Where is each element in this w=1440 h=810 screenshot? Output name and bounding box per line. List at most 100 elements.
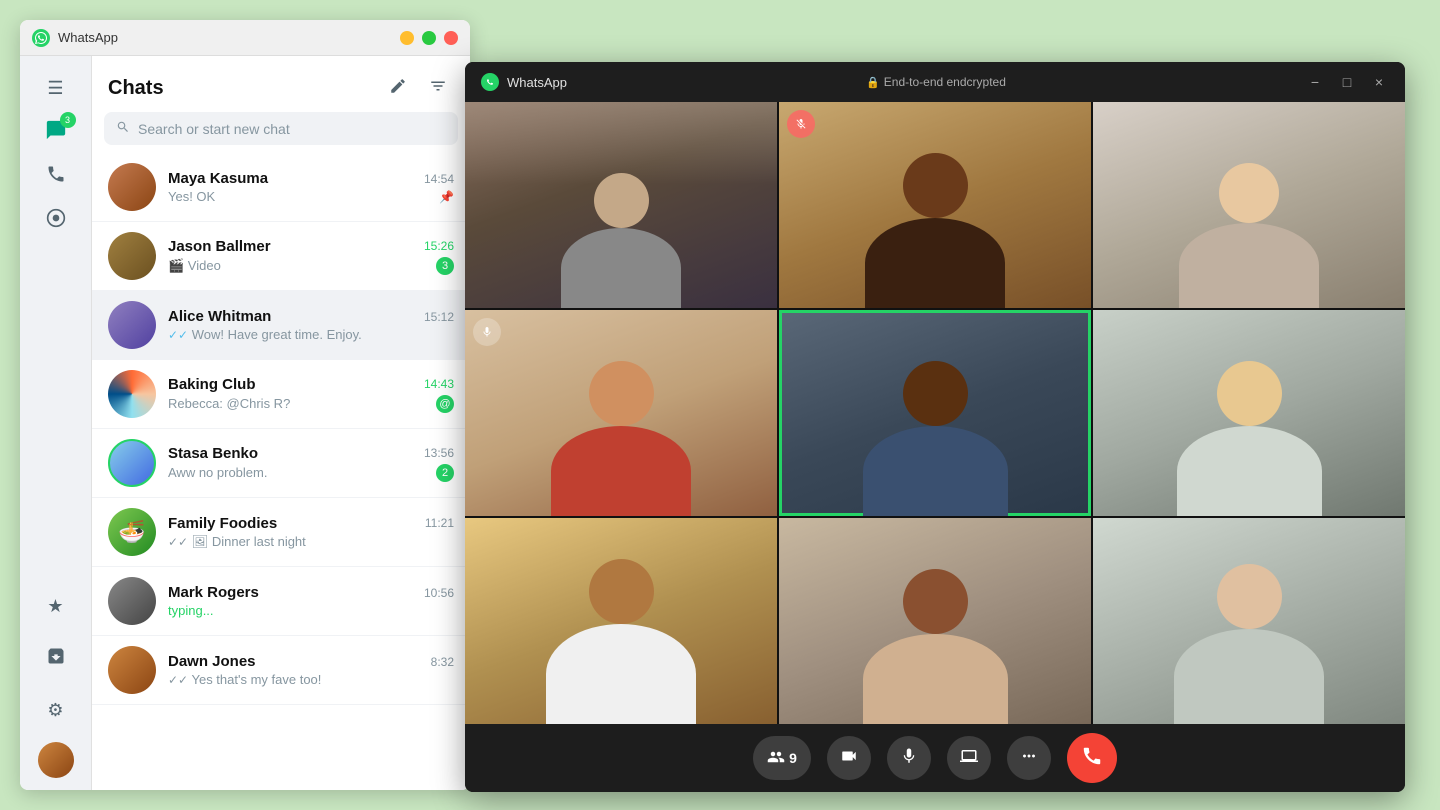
video-close-button[interactable]: × — [1369, 72, 1389, 92]
participants-count: 9 — [789, 750, 797, 766]
chat-name-baking: Baking Club — [168, 376, 256, 393]
camera-toggle-button[interactable] — [827, 736, 871, 780]
chat-preview-family: ✓✓ 🖼 Dinner last night — [168, 534, 306, 550]
screen-share-button[interactable] — [947, 736, 991, 780]
chat-avatar-family: 🍜 — [108, 508, 156, 556]
archived-icon — [46, 646, 66, 671]
video-cell-3 — [1093, 102, 1405, 308]
main-titlebar: WhatsApp − □ × — [20, 20, 470, 56]
mute-indicator-2 — [787, 110, 815, 138]
chat-item-alice[interactable]: Alice Whitman 15:12 ✓✓ Wow! Have great t… — [92, 291, 470, 360]
search-input[interactable] — [138, 121, 446, 137]
chat-preview-maya: Yes! OK — [168, 189, 215, 204]
sidebar-item-archived[interactable] — [36, 638, 76, 678]
settings-icon: ⚙ — [47, 700, 63, 721]
sidebar-item-chats[interactable]: 3 — [36, 112, 76, 152]
participants-button[interactable]: 9 — [753, 736, 811, 780]
mention-badge-baking: @ — [436, 395, 454, 413]
main-whatsapp-window: WhatsApp − □ × ☰ 3 — [20, 20, 470, 790]
chat-info-mark: Mark Rogers 10:56 typing... — [168, 584, 454, 618]
chat-time-maya: 14:54 — [424, 172, 454, 186]
chat-preview-stasa: Aww no problem. — [168, 465, 267, 480]
chat-name-dawn: Dawn Jones — [168, 653, 256, 670]
chat-time-mark: 10:56 — [424, 586, 454, 600]
chat-time-family: 11:21 — [425, 516, 454, 530]
camera-icon — [840, 747, 858, 770]
calls-icon — [46, 164, 66, 189]
video-cell-8 — [779, 518, 1091, 724]
chat-item-jason[interactable]: Jason Ballmer 15:26 🎬 Video 3 — [92, 222, 470, 291]
chat-name-mark: Mark Rogers — [168, 584, 259, 601]
lock-icon: 🔒 — [866, 76, 880, 89]
starred-icon: ★ — [47, 596, 63, 617]
video-call-window: WhatsApp 🔒 End-to-end endcrypted − □ × — [465, 62, 1405, 792]
chat-time-stasa: 13:56 — [424, 446, 454, 460]
microphone-button[interactable] — [887, 736, 931, 780]
main-app-logo — [32, 29, 50, 47]
video-cell-2 — [779, 102, 1091, 308]
chat-preview-dawn: ✓✓ Yes that's my fave too! — [168, 672, 321, 687]
chat-name-family: Family Foodies — [168, 515, 277, 532]
more-options-icon — [1020, 747, 1038, 770]
chat-name-alice: Alice Whitman — [168, 308, 271, 325]
chat-info-stasa: Stasa Benko 13:56 Aww no problem. 2 — [168, 445, 454, 482]
chat-avatar-baking — [108, 370, 156, 418]
pin-icon-maya: 📌 — [439, 190, 454, 204]
video-cell-4 — [465, 310, 777, 516]
video-titlebar: WhatsApp 🔒 End-to-end endcrypted − □ × — [465, 62, 1405, 102]
chat-info-maya: Maya Kasuma 14:54 Yes! OK 📌 — [168, 170, 454, 204]
participants-icon — [767, 748, 785, 769]
video-cell-6 — [1093, 310, 1405, 516]
chat-item-stasa[interactable]: Stasa Benko 13:56 Aww no problem. 2 — [92, 429, 470, 498]
user-avatar[interactable] — [38, 742, 74, 778]
chats-title: Chats — [108, 77, 382, 100]
main-app-title: WhatsApp — [58, 30, 118, 45]
video-cell-9 — [1093, 518, 1405, 724]
chat-info-alice: Alice Whitman 15:12 ✓✓ Wow! Have great t… — [168, 308, 454, 342]
call-controls: 9 — [465, 724, 1405, 792]
menu-icon: ☰ — [47, 78, 63, 99]
chat-avatar-jason — [108, 232, 156, 280]
chat-preview-jason: 🎬 Video — [168, 258, 221, 274]
sidebar-item-menu[interactable]: ☰ — [36, 68, 76, 108]
chat-item-maya[interactable]: Maya Kasuma 14:54 Yes! OK 📌 — [92, 153, 470, 222]
chat-list: Maya Kasuma 14:54 Yes! OK 📌 Jason Ballme… — [92, 153, 470, 790]
chat-info-dawn: Dawn Jones 8:32 ✓✓ Yes that's my fave to… — [168, 653, 454, 687]
sidebar-item-calls[interactable] — [36, 156, 76, 196]
chat-name-stasa: Stasa Benko — [168, 445, 258, 462]
chat-item-family[interactable]: 🍜 Family Foodies 11:21 ✓✓ 🖼 Dinner last … — [92, 498, 470, 567]
chat-item-baking[interactable]: Baking Club 14:43 Rebecca: @Chris R? @ — [92, 360, 470, 429]
video-grid — [465, 102, 1405, 724]
chat-item-mark[interactable]: Mark Rogers 10:56 typing... — [92, 567, 470, 636]
chat-info-baking: Baking Club 14:43 Rebecca: @Chris R? @ — [168, 376, 454, 413]
chats-header: Chats — [92, 56, 470, 112]
chat-item-dawn[interactable]: Dawn Jones 8:32 ✓✓ Yes that's my fave to… — [92, 636, 470, 705]
minimize-button[interactable]: − — [400, 31, 414, 45]
status-icon — [46, 208, 66, 233]
filter-button[interactable] — [422, 72, 454, 104]
chats-header-icons — [382, 72, 454, 104]
main-window-controls: − □ × — [400, 31, 458, 45]
search-icon — [116, 120, 130, 137]
chat-name-jason: Jason Ballmer — [168, 238, 271, 255]
end-call-icon — [1081, 745, 1103, 772]
maximize-button[interactable]: □ — [422, 31, 436, 45]
video-window-controls: − □ × — [1305, 72, 1389, 92]
sidebar-item-starred[interactable]: ★ — [36, 586, 76, 626]
more-options-button[interactable] — [1007, 736, 1051, 780]
close-button[interactable]: × — [444, 31, 458, 45]
sidebar-item-status[interactable] — [36, 200, 76, 240]
new-chat-button[interactable] — [382, 72, 414, 104]
end-call-button[interactable] — [1067, 733, 1117, 783]
chat-avatar-dawn — [108, 646, 156, 694]
chat-info-family: Family Foodies 11:21 ✓✓ 🖼 Dinner last ni… — [168, 515, 454, 550]
mute-indicator-4 — [473, 318, 501, 346]
filter-icon — [429, 77, 447, 100]
chat-info-jason: Jason Ballmer 15:26 🎬 Video 3 — [168, 238, 454, 275]
video-maximize-button[interactable]: □ — [1337, 72, 1357, 92]
sidebar-item-settings[interactable]: ⚙ — [36, 690, 76, 730]
video-app-title: WhatsApp — [507, 75, 567, 90]
screen-share-icon — [960, 747, 978, 770]
search-bar[interactable] — [104, 112, 458, 145]
video-minimize-button[interactable]: − — [1305, 72, 1325, 92]
